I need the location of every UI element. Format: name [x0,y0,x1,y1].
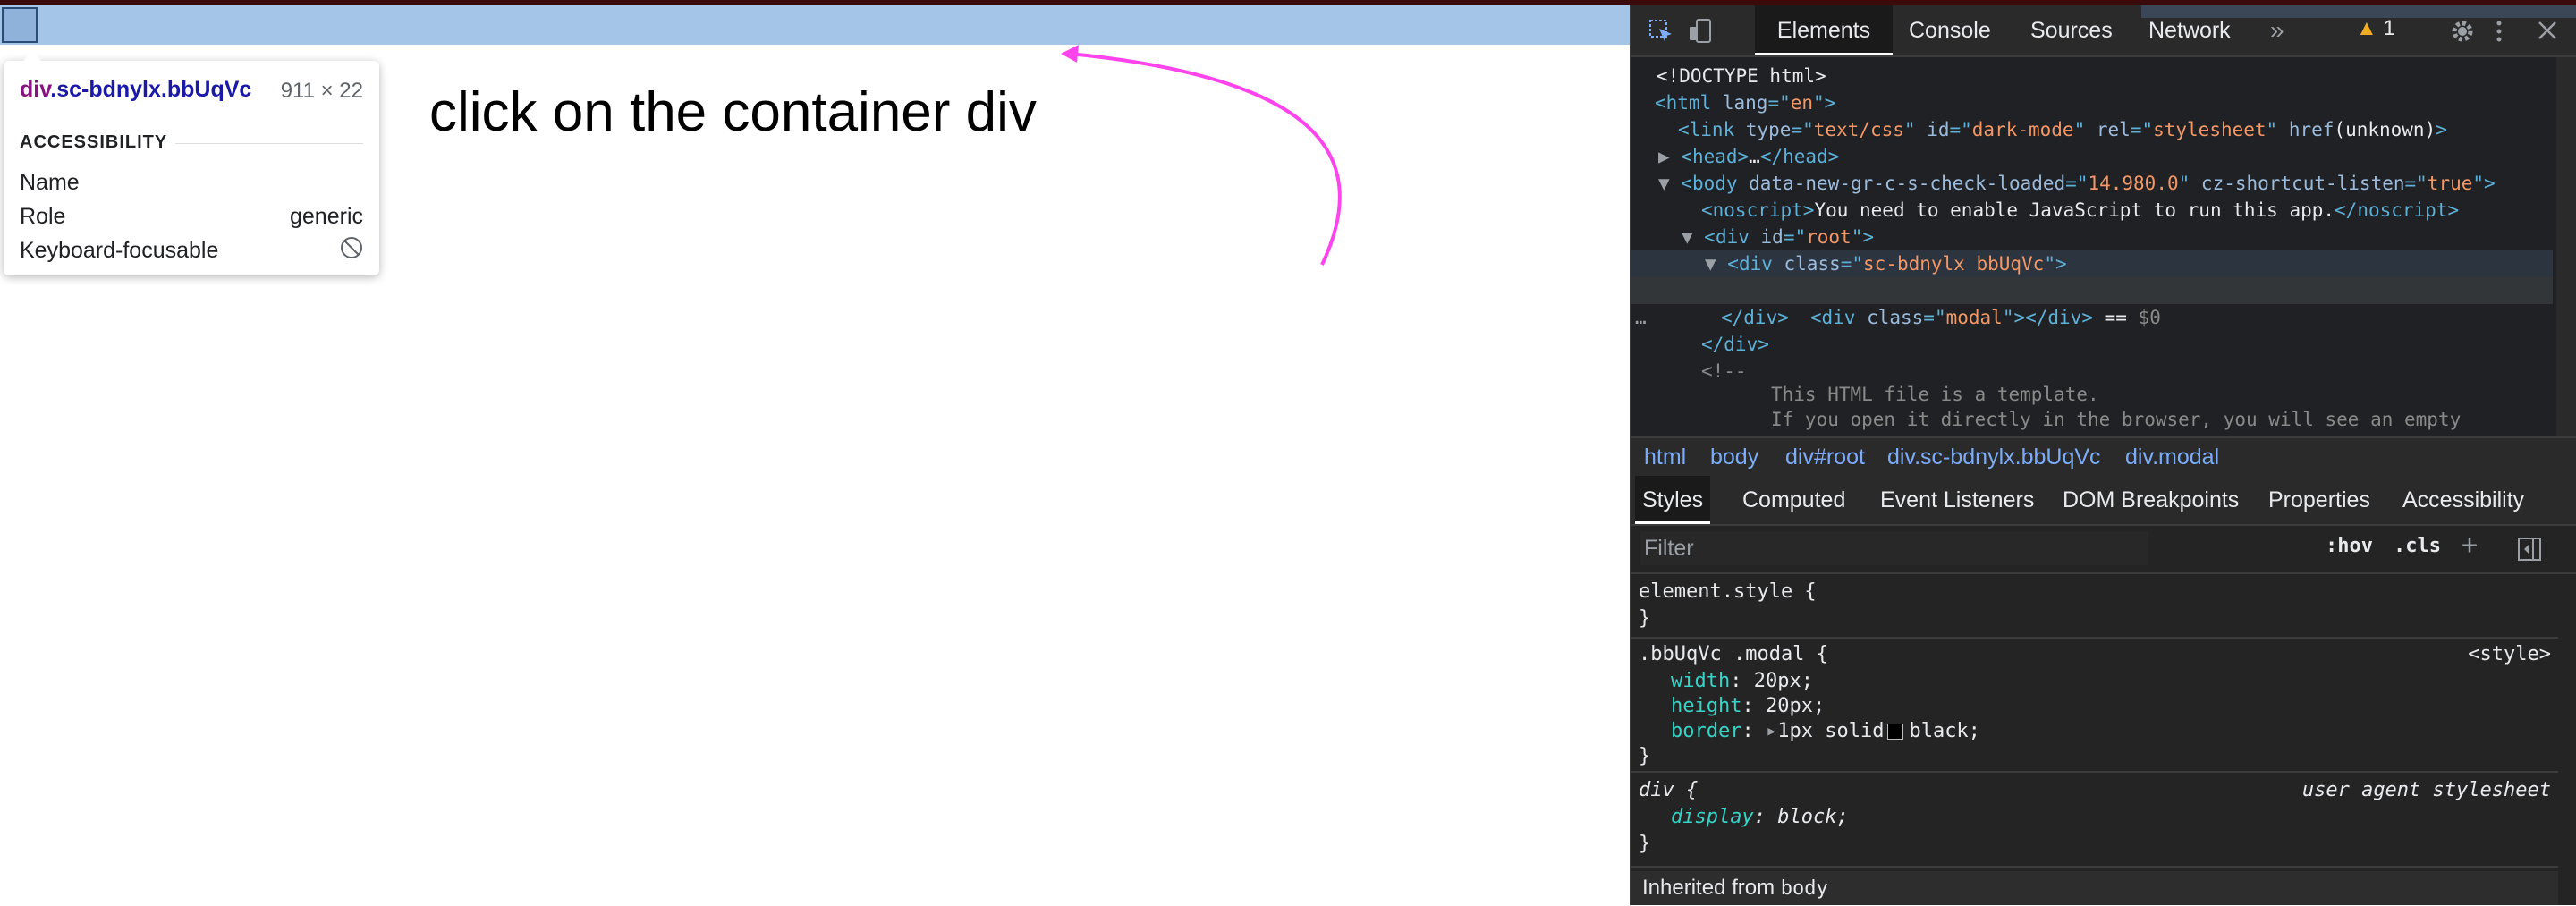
class-toggle-button[interactable]: .cls [2394,535,2441,557]
tab-properties[interactable]: Properties [2268,476,2370,524]
tab-styles[interactable]: Styles [1635,476,1711,524]
new-rule-button[interactable]: + [2462,529,2478,561]
dom-line: This HTML file is a template. [1771,384,2099,405]
rule-modal[interactable]: .bbUqVc .modal { <style> width: 20px; he… [1631,639,2558,773]
rule-selector[interactable]: element.style { [1639,580,1817,605]
devtools-panel: Elements Console Sources Network » ▲ 1 <… [1630,5,2576,905]
settings-gear-icon[interactable] [2449,18,2476,45]
tooltip-arrow [23,52,41,61]
dom-line[interactable]: <link type="text/css" id="dark-mode" rel… [1678,116,2576,143]
collapse-arrow-icon[interactable]: ▼ [1705,253,1727,275]
css-property[interactable]: height: 20px; [1671,694,1825,719]
tooltip-tag: div [20,77,51,102]
tooltip-key: Name [20,170,80,195]
tab-console[interactable]: Console [1909,5,1991,55]
modal-div[interactable] [2,7,38,43]
tooltip-row-name: Name [20,170,363,197]
tooltip-header: div.sc-bdnylx.bbUqVc 911 × 22 [20,77,363,104]
warnings-count: 1 [2383,16,2395,40]
expand-shorthand-icon[interactable]: ▸ [1766,720,1777,742]
breadcrumb-container[interactable]: div.sc-bdnylx.bbUqVc [1887,438,2101,476]
inherited-label: Inherited from [1642,876,1775,900]
rule-close: } [1639,745,1651,767]
expand-arrow-icon[interactable]: ▶ [1658,146,1681,167]
sidebar-tabs: Styles Computed Event Listeners DOM Brea… [1631,476,2576,526]
warnings-counter[interactable]: ▲ 1 [2356,16,2395,41]
color-swatch[interactable] [1887,724,1904,740]
tab-sources[interactable]: Sources [2030,5,2113,55]
rule-origin: user agent stylesheet [2301,779,2551,801]
dom-tree[interactable]: <!DOCTYPE html> <html lang="en"> <link t… [1631,57,2576,436]
dom-line-container[interactable]: ▼ <div class="sc-bdnylx bbUqVc"> [1631,250,2553,277]
dom-line[interactable]: ▼ <body data-new-gr-c-s-check-loaded="14… [1658,170,2576,197]
inspect-element-icon[interactable] [1648,18,1674,45]
tooltip-class: .sc-bdnylx.bbUqVc [50,77,252,102]
dom-line-selected[interactable]: … <div class="modal"></div> == $0 [1631,277,2553,328]
breadcrumb-modal[interactable]: div.modal [2125,438,2219,476]
tooltip-row-focusable: Keyboard-focusable [20,237,363,265]
annotation-arrow-icon [1061,45,1342,266]
dom-line[interactable]: <noscript>You need to enable JavaScript … [1701,197,2576,224]
styles-filter-input[interactable] [1640,531,2148,565]
breadcrumb-html[interactable]: html [1644,438,1686,476]
warning-icon: ▲ [2356,16,2377,40]
tooltip-size: 911 × 22 [280,79,363,103]
collapse-arrow-icon[interactable]: ▼ [1658,173,1681,194]
inspect-tooltip: div.sc-bdnylx.bbUqVc 911 × 22 ACCESSIBIL… [4,52,379,275]
breadcrumb: html body div#root div.sc-bdnylx.bbUqVc … [1631,436,2576,478]
toggle-sidebar-icon[interactable] [2517,537,2542,562]
tab-elements[interactable]: Elements [1755,5,1893,55]
breadcrumb-root[interactable]: div#root [1785,438,1865,476]
tab-event-listeners[interactable]: Event Listeners [1880,476,2034,524]
dom-line: If you open it directly in the browser, … [1771,409,2462,430]
tooltip-section-title: ACCESSIBILITY [20,132,168,152]
not-allowed-icon [341,237,362,258]
dom-line[interactable]: ▶ <head>…</head> [1658,143,2576,170]
tab-dom-breakpoints[interactable]: DOM Breakpoints [2063,476,2239,524]
inherited-from[interactable]: body [1781,877,1828,900]
tooltip-key: Keyboard-focusable [20,238,219,263]
dom-line[interactable]: </div> [1721,304,2576,331]
selected-marker[interactable]: … [1635,304,1647,331]
css-property: display: block; [1671,806,1849,828]
close-icon[interactable] [2535,18,2560,43]
rule-element-style[interactable]: element.style { } [1631,574,2558,639]
styles-filter-bar: :hov .cls + [1631,526,2576,574]
rule-close: } [1639,607,1651,630]
rule-selector: div { [1639,779,1699,801]
annotation-text: click on the container div [429,81,1037,143]
tab-accessibility[interactable]: Accessibility [2402,476,2524,524]
inherited-section: Inherited from body [1631,871,2558,905]
dom-line[interactable]: <!DOCTYPE html> [1657,63,2576,89]
container-div-highlight[interactable] [0,5,1630,45]
rule-div-user-agent[interactable]: div { user agent stylesheet display: blo… [1631,773,2558,868]
tooltip-value: generic [290,204,363,229]
tooltip-divider [175,143,363,144]
collapse-arrow-icon[interactable]: ▼ [1682,226,1704,248]
rule-close: } [1639,833,1651,855]
rule-selector[interactable]: .bbUqVc .modal { [1639,642,1828,667]
breadcrumb-body[interactable]: body [1710,438,1758,476]
styles-pane: element.style { } .bbUqVc .modal { <styl… [1631,574,2576,905]
page-viewport[interactable]: div.sc-bdnylx.bbUqVc 911 × 22 ACCESSIBIL… [0,5,1630,905]
dom-scrollbar[interactable] [2556,57,2576,436]
kebab-menu-icon[interactable] [2492,18,2506,45]
tooltip-row-role: Role generic [20,204,363,231]
devtools-tabbar: Elements Console Sources Network » ▲ 1 [1631,5,2576,57]
css-property[interactable]: border: ▸1px solid black; [1671,719,1980,744]
device-toolbar-icon[interactable] [1687,18,1714,45]
tab-computed[interactable]: Computed [1742,476,1845,524]
dom-line[interactable]: <html lang="en"> [1655,89,2576,116]
dom-line[interactable]: </div> [1701,331,2576,358]
tooltip-key: Role [20,204,66,229]
hover-state-button[interactable]: :hov [2326,535,2373,557]
css-property[interactable]: width: 20px; [1671,669,1813,694]
rule-origin[interactable]: <style> [2468,642,2551,667]
dom-line[interactable]: ▼ <div id="root"> [1682,224,2576,250]
